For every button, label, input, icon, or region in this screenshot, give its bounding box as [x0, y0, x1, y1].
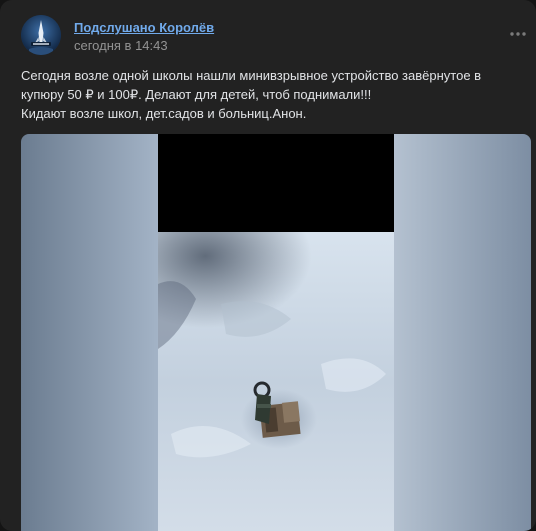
wall-post: Подслушано Королёв сегодня в 14:43 Сегод… [0, 0, 536, 531]
group-name-link[interactable]: Подслушано Королёв [74, 20, 214, 35]
post-photo[interactable] [21, 134, 531, 531]
post-text-line: купюру 50 ₽ и 100₽. Делают для детей, чт… [21, 87, 372, 102]
post-text-line: Кидают возле школ, дет.садов и больниц.А… [21, 106, 307, 121]
korolev-logo-icon [21, 15, 61, 55]
group-avatar[interactable] [21, 15, 61, 55]
post-text: Сегодня возле одной школы нашли минивзры… [21, 66, 521, 123]
post-text-line: Сегодня возле одной школы нашли минивзры… [21, 68, 482, 83]
post-date[interactable]: сегодня в 14:43 [74, 38, 168, 53]
more-horizontal-icon [510, 32, 526, 36]
post-photo-image [21, 134, 531, 531]
more-options-button[interactable] [508, 24, 528, 44]
